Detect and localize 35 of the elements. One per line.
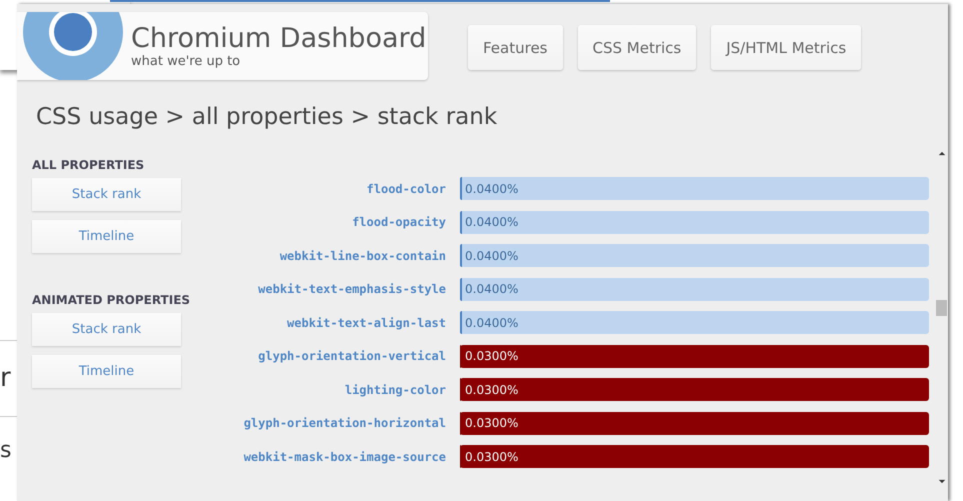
- scroll-up-icon[interactable]: [938, 151, 946, 156]
- section-heading: ALL PROPERTIES: [32, 158, 146, 174]
- scrollbar-thumb[interactable]: [936, 300, 947, 316]
- usage-value: 0.0400%: [464, 316, 518, 330]
- property-name[interactable]: glyph-orientation-horizontal: [192, 416, 460, 430]
- property-name[interactable]: glyph-orientation-vertical: [192, 349, 460, 364]
- property-name[interactable]: webkit-mask-box-image-source: [192, 450, 460, 464]
- usage-value: 0.0300%: [464, 349, 518, 364]
- property-name[interactable]: flood-color: [192, 182, 460, 196]
- page-heading: CSS usage > all properties > stack rank: [35, 103, 498, 132]
- window-text: s: [0, 440, 12, 462]
- app-subtitle: what we're up to: [131, 54, 242, 69]
- usage-value: 0.0400%: [464, 282, 518, 296]
- usage-value: 0.0300%: [464, 450, 518, 464]
- property-name[interactable]: webkit-line-box-contain: [192, 248, 460, 263]
- usage-value: 0.0300%: [464, 416, 518, 430]
- property-name[interactable]: flood-opacity: [192, 215, 460, 230]
- usage-value: 0.0400%: [464, 182, 518, 196]
- nav-button[interactable]: Features: [468, 25, 562, 70]
- sidebar-button[interactable]: Timeline: [32, 220, 181, 253]
- sidebar-button[interactable]: Stack rank: [32, 178, 181, 211]
- property-name[interactable]: lighting-color: [192, 382, 460, 397]
- window-text: r: [0, 365, 11, 391]
- nav-button[interactable]: JS/HTML Metrics: [711, 25, 862, 70]
- usage-value: 0.0400%: [464, 215, 518, 230]
- usage-value: 0.0400%: [464, 248, 518, 263]
- property-name[interactable]: webkit-text-align-last: [192, 316, 460, 330]
- usage-value: 0.0300%: [464, 382, 518, 397]
- sidebar-button[interactable]: Stack rank: [32, 313, 181, 346]
- app-title: Chromium Dashboard: [131, 23, 426, 55]
- scroll-down-icon[interactable]: [938, 479, 946, 484]
- nav-button[interactable]: CSS Metrics: [578, 25, 696, 70]
- property-name[interactable]: webkit-text-emphasis-style: [192, 282, 460, 296]
- sidebar-button[interactable]: Timeline: [32, 355, 181, 388]
- section-heading: ANIMATED PROPERTIES: [32, 293, 192, 309]
